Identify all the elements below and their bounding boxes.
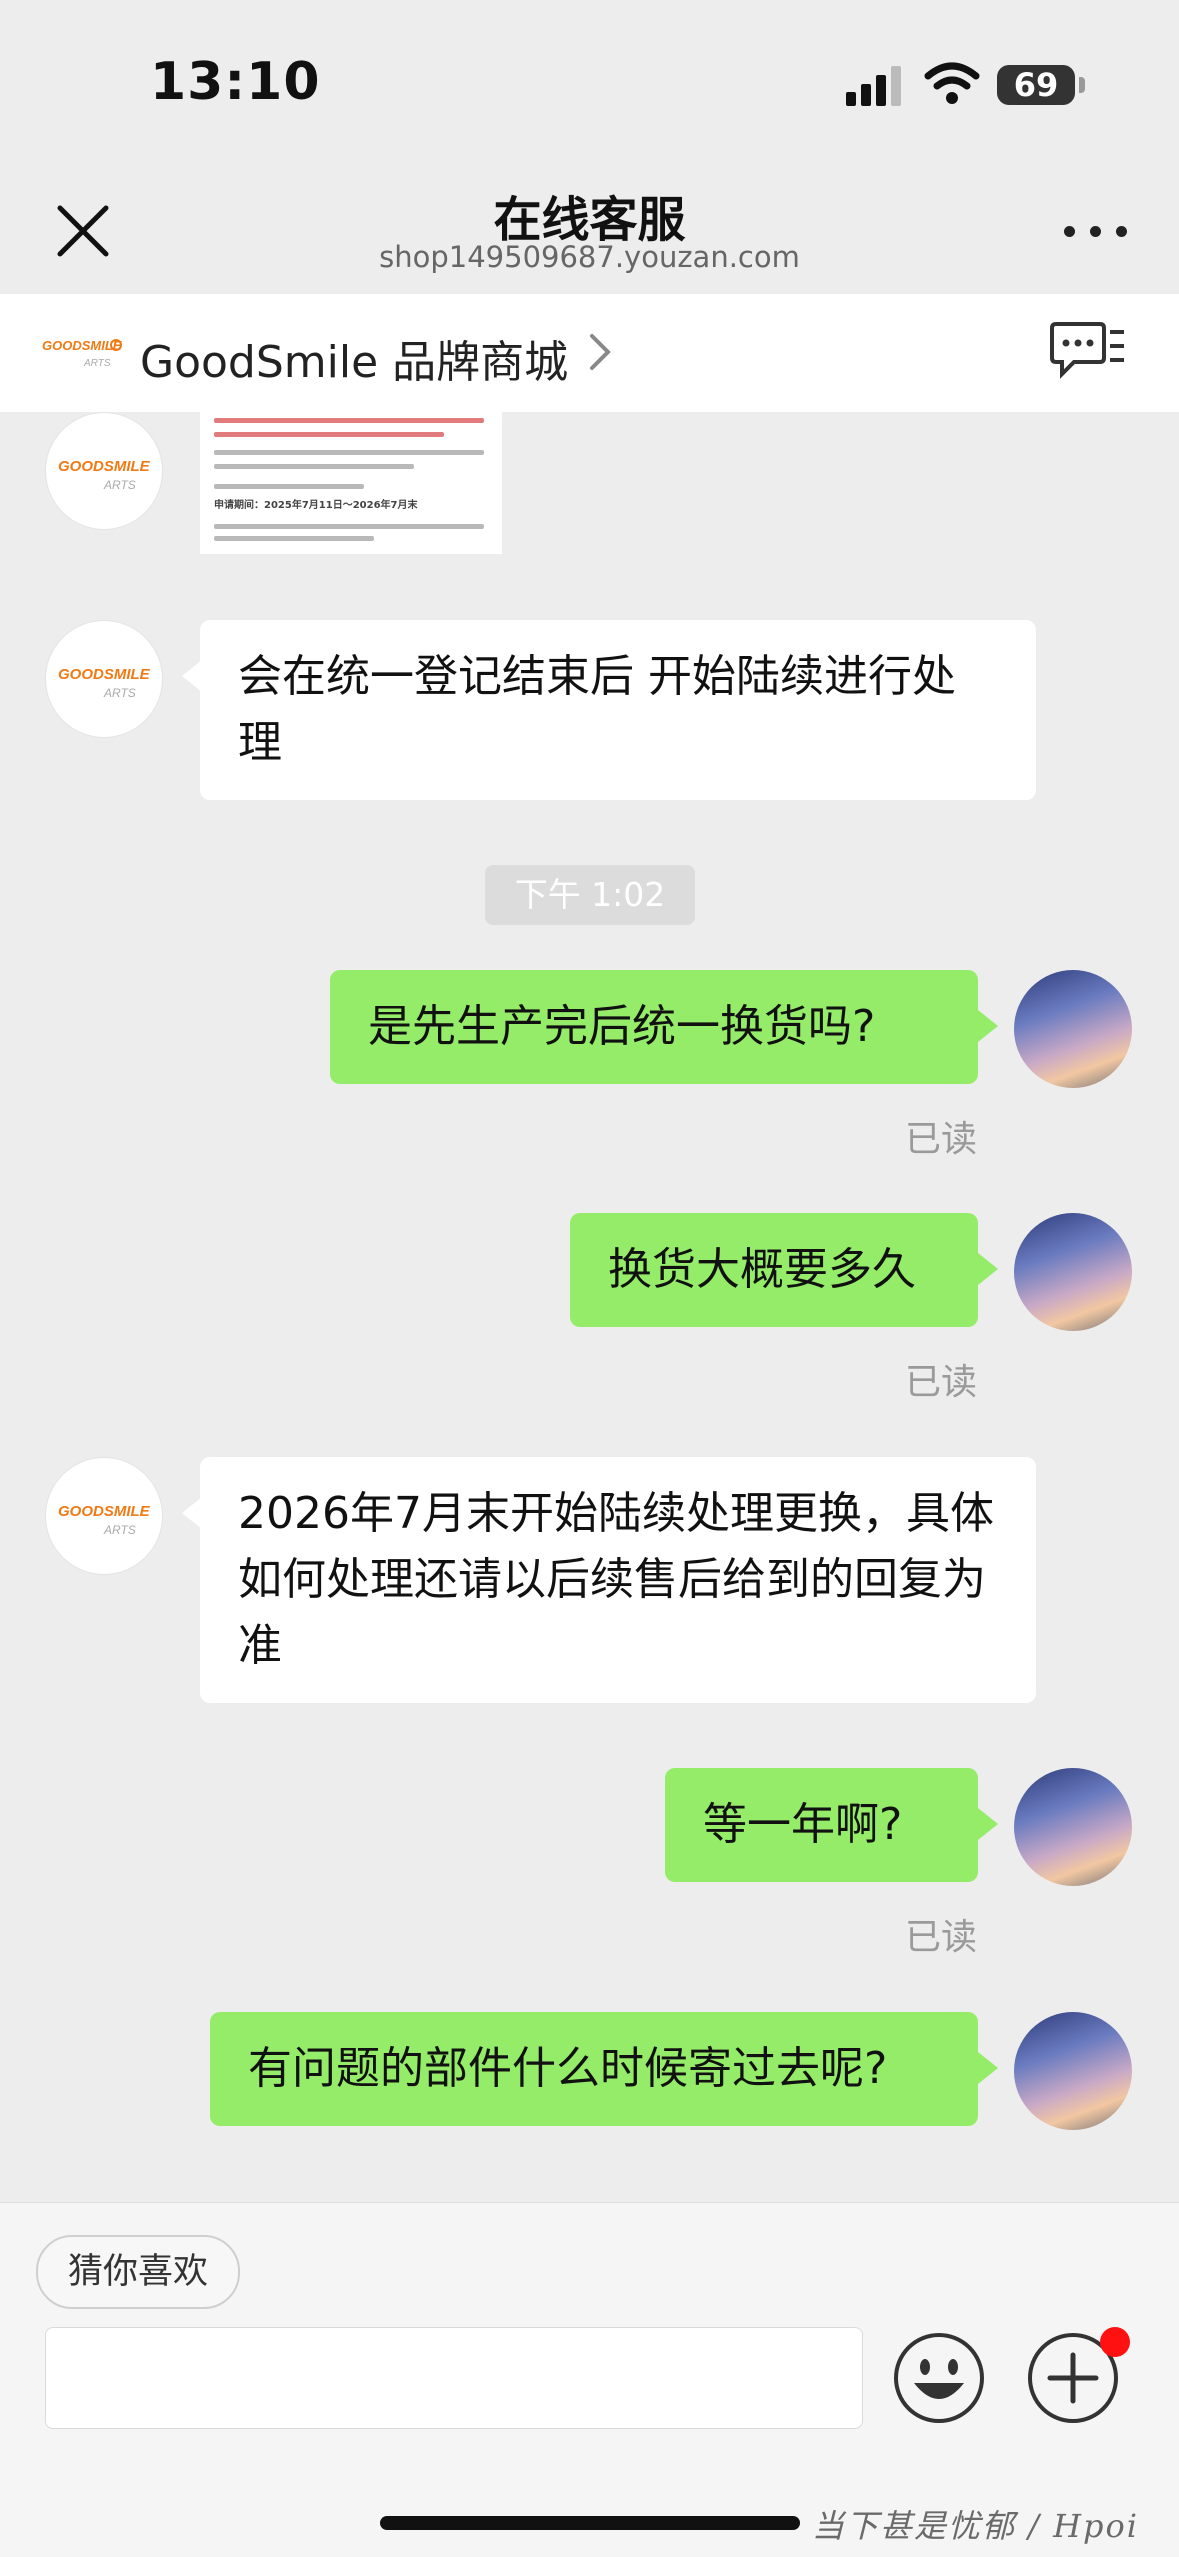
message-bubble-outgoing[interactable]: 等一年啊?	[665, 1768, 998, 1882]
shop-logo-text: GOODSMILE	[42, 338, 122, 353]
status-bar: 13:10 69	[0, 0, 1179, 160]
status-time: 13:10	[150, 52, 321, 112]
svg-text:GOODSMILE: GOODSMILE	[58, 666, 151, 683]
suggestion-chip[interactable]: 猜你喜欢	[36, 2235, 241, 2309]
read-receipt: 已读	[905, 1917, 978, 1958]
notice-image-text: 申请期间：2025年7月11日～2026年7月末	[214, 500, 418, 511]
battery-icon: 69	[997, 65, 1075, 105]
read-receipt: 已读	[905, 1362, 978, 1403]
svg-text:ARTS: ARTS	[103, 686, 136, 700]
read-receipt: 已读	[905, 1119, 978, 1160]
chat-area[interactable]: GOODSMILE ARTS 申请期间：2025年7月11日～2026年7月末 G…	[0, 412, 1179, 2202]
wifi-icon	[924, 62, 980, 104]
more-options-icon[interactable]	[1062, 218, 1132, 248]
shop-avatar[interactable]: GOODSMILE ARTS	[45, 412, 163, 530]
input-panel: 猜你喜欢 当下甚是忧郁 / Hpoi	[0, 2202, 1179, 2557]
chevron-right-icon[interactable]	[588, 332, 612, 372]
shop-logo-subtext: ARTS	[83, 358, 111, 369]
emoji-icon[interactable]	[892, 2331, 986, 2425]
message-list-icon[interactable]	[1050, 320, 1126, 384]
watermark: 当下甚是忧郁 / Hpoi	[812, 2507, 1140, 2545]
time-separator: 下午 1:02	[485, 865, 695, 925]
user-avatar[interactable]	[1014, 1768, 1132, 1886]
svg-text:GOODSMILE: GOODSMILE	[58, 458, 151, 475]
user-avatar[interactable]	[1014, 970, 1132, 1088]
message-bubble-outgoing[interactable]: 是先生产完后统一换货吗?	[330, 970, 998, 1084]
shop-name[interactable]: GoodSmile 品牌商城	[140, 326, 568, 390]
message-bubble-incoming[interactable]: 2026年7月末开始陆续处理更换，具体如何处理还请以后续售后给到的回复为准	[182, 1457, 1036, 1703]
home-indicator[interactable]	[380, 2516, 800, 2530]
shop-avatar[interactable]: GOODSMILE ARTS	[45, 1457, 163, 1575]
notice-image[interactable]: 申请期间：2025年7月11日～2026年7月末	[200, 412, 502, 554]
svg-text:GOODSMILE: GOODSMILE	[58, 1503, 151, 1520]
battery-tip	[1079, 77, 1085, 93]
shop-logo-icon: GOODSMILE ARTS	[42, 338, 122, 369]
message-bubble-outgoing[interactable]: 换货大概要多久	[570, 1213, 998, 1327]
svg-text:ARTS: ARTS	[103, 1523, 136, 1537]
message-input[interactable]	[45, 2327, 863, 2429]
notification-badge	[1100, 2327, 1130, 2357]
title-bar: 在线客服 shop149509687.youzan.com	[0, 160, 1179, 294]
svg-text:ARTS: ARTS	[103, 478, 136, 492]
message-bubble-incoming[interactable]: 会在统一登记结束后 开始陆续进行处理	[182, 620, 1036, 800]
shop-bar[interactable]: GOODSMILE ARTS GoodSmile 品牌商城	[0, 294, 1179, 412]
shop-avatar[interactable]: GOODSMILE ARTS	[45, 620, 163, 738]
user-avatar[interactable]	[1014, 1213, 1132, 1331]
cellular-signal-icon	[846, 66, 901, 106]
user-avatar[interactable]	[1014, 2012, 1132, 2130]
message-bubble-outgoing[interactable]: 有问题的部件什么时候寄过去呢?	[210, 2012, 998, 2126]
page-url: shop149509687.youzan.com	[379, 240, 800, 274]
